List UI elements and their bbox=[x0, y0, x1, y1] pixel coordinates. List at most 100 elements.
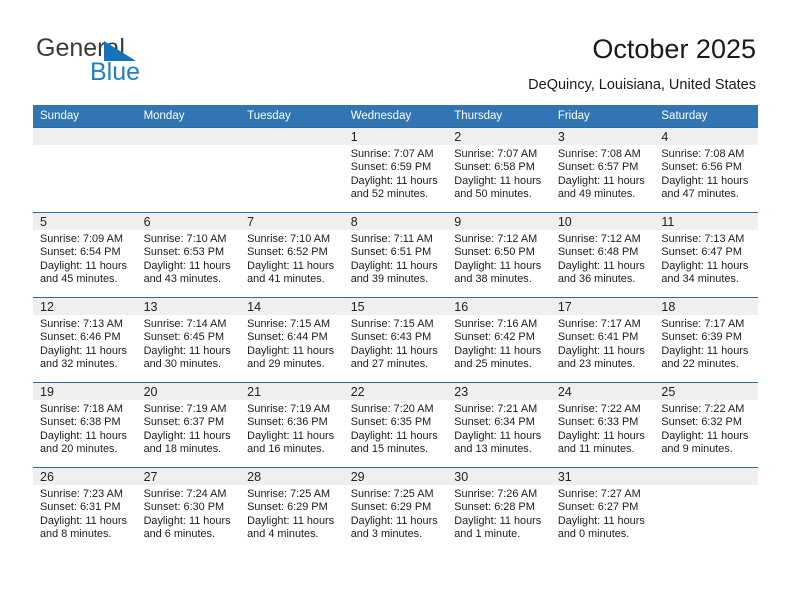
day-cell-inner: 31 Sunrise: 7:27 AM Sunset: 6:27 PM Dayligh… bbox=[550, 468, 655, 552]
day-cell[interactable]: 19 Sunrise: 7:18 AM Sunset: 6:38 PM Dayligh… bbox=[33, 382, 137, 468]
daylight-duration-line2: and 34 minutes. bbox=[661, 273, 739, 286]
day-cell[interactable]: 13 Sunrise: 7:14 AM Sunset: 6:45 PM Dayligh… bbox=[136, 297, 241, 383]
day-cell[interactable]: 15 Sunrise: 7:15 AM Sunset: 6:43 PM Dayligh… bbox=[343, 297, 448, 383]
day-cell[interactable]: 24 Sunrise: 7:22 AM Sunset: 6:33 PM Dayligh… bbox=[550, 382, 655, 468]
day-cell[interactable]: 14 Sunrise: 7:15 AM Sunset: 6:44 PM Dayligh… bbox=[240, 297, 344, 383]
calendar-body: 1 Sunrise: 7:07 AM Sunset: 6:59 PM Daylight… bbox=[33, 127, 758, 552]
day-cell-inner: 14 Sunrise: 7:15 AM Sunset: 6:44 PM Dayligh… bbox=[240, 298, 344, 382]
day-cell[interactable]: 17 Sunrise: 7:17 AM Sunset: 6:41 PM Dayligh… bbox=[550, 297, 655, 383]
daylight-duration-line1: Daylight: 11 hours bbox=[40, 259, 127, 272]
day-cell-inner: 16 Sunrise: 7:16 AM Sunset: 6:42 PM Dayligh… bbox=[447, 298, 551, 382]
week-row: 19 Sunrise: 7:18 AM Sunset: 6:38 PM Dayligh… bbox=[33, 382, 758, 468]
day-cell-inner: 23 Sunrise: 7:21 AM Sunset: 6:34 PM Dayligh… bbox=[447, 383, 551, 467]
day-cell-inner: 12 Sunrise: 7:13 AM Sunset: 6:46 PM Dayligh… bbox=[33, 298, 137, 382]
daylight-duration-line2: and 1 minute. bbox=[454, 528, 521, 541]
day-info: Sunrise: 7:13 AM Sunset: 6:46 PM Daylight:… bbox=[33, 315, 137, 372]
day-cell[interactable]: 5 Sunrise: 7:09 AM Sunset: 6:54 PM Daylight… bbox=[33, 212, 137, 298]
sunset-time: Sunset: 6:45 PM bbox=[143, 331, 225, 344]
daylight-duration-line2: and 22 minutes. bbox=[661, 358, 739, 371]
sunrise-time: Sunrise: 7:09 AM bbox=[40, 233, 123, 245]
day-cell[interactable]: 23 Sunrise: 7:21 AM Sunset: 6:34 PM Dayligh… bbox=[447, 382, 551, 468]
day-cell[interactable]: 6 Sunrise: 7:10 AM Sunset: 6:53 PM Daylight… bbox=[136, 212, 241, 298]
day-cell-inner: 18 Sunrise: 7:17 AM Sunset: 6:39 PM Dayligh… bbox=[654, 298, 758, 382]
day-cell[interactable]: 12 Sunrise: 7:13 AM Sunset: 6:46 PM Dayligh… bbox=[33, 297, 137, 383]
weekday-header-monday: Monday bbox=[136, 105, 241, 128]
daylight-duration-line1: Daylight: 11 hours bbox=[557, 429, 645, 442]
day-cell[interactable]: 30 Sunrise: 7:26 AM Sunset: 6:28 PM Dayligh… bbox=[447, 467, 551, 552]
day-cell[interactable]: 26 Sunrise: 7:23 AM Sunset: 6:31 PM Dayligh… bbox=[33, 467, 137, 552]
day-cell[interactable]: 18 Sunrise: 7:17 AM Sunset: 6:39 PM Dayligh… bbox=[654, 297, 758, 383]
daylight-duration-line2: and 49 minutes. bbox=[557, 188, 636, 201]
day-cell[interactable]: 25 Sunrise: 7:22 AM Sunset: 6:32 PM Dayligh… bbox=[654, 382, 758, 468]
day-cell[interactable]: 27 Sunrise: 7:24 AM Sunset: 6:30 PM Dayligh… bbox=[136, 467, 241, 552]
day-number: 28 bbox=[240, 468, 344, 485]
sunset-time: Sunset: 6:59 PM bbox=[350, 161, 432, 174]
sunrise-time: Sunrise: 7:08 AM bbox=[557, 148, 641, 160]
day-info: Sunrise: 7:19 AM Sunset: 6:36 PM Daylight:… bbox=[240, 400, 344, 457]
sunset-time: Sunset: 6:56 PM bbox=[661, 161, 742, 174]
day-cell[interactable]: 4 Sunrise: 7:08 AM Sunset: 6:56 PM Daylight… bbox=[654, 127, 758, 213]
day-number: 26 bbox=[33, 468, 137, 485]
day-cell[interactable]: 9 Sunrise: 7:12 AM Sunset: 6:50 PM Daylight… bbox=[447, 212, 551, 298]
day-number: 2 bbox=[447, 128, 551, 145]
day-cell[interactable]: 22 Sunrise: 7:20 AM Sunset: 6:35 PM Dayligh… bbox=[343, 382, 448, 468]
sunrise-time: Sunrise: 7:19 AM bbox=[143, 403, 227, 415]
daylight-duration-line1: Daylight: 11 hours bbox=[40, 514, 127, 527]
day-info: Sunrise: 7:11 AM Sunset: 6:51 PM Daylight:… bbox=[344, 230, 448, 287]
daylight-duration-line1: Daylight: 11 hours bbox=[557, 259, 645, 272]
day-cell-inner: 1 Sunrise: 7:07 AM Sunset: 6:59 PM Daylight… bbox=[343, 128, 448, 212]
sunrise-time: Sunrise: 7:15 AM bbox=[350, 318, 434, 330]
day-cell[interactable]: 31 Sunrise: 7:27 AM Sunset: 6:27 PM Dayligh… bbox=[550, 467, 655, 552]
day-number: 24 bbox=[550, 383, 655, 400]
day-number: 19 bbox=[33, 383, 137, 400]
day-cell[interactable]: 2 Sunrise: 7:07 AM Sunset: 6:58 PM Daylight… bbox=[447, 127, 551, 213]
daylight-duration-line1: Daylight: 11 hours bbox=[350, 429, 438, 442]
day-cell[interactable]: 20 Sunrise: 7:19 AM Sunset: 6:37 PM Dayligh… bbox=[136, 382, 241, 468]
day-cell-inner: 10 Sunrise: 7:12 AM Sunset: 6:48 PM Dayligh… bbox=[550, 213, 655, 297]
day-cell[interactable]: 28 Sunrise: 7:25 AM Sunset: 6:29 PM Dayligh… bbox=[240, 467, 344, 552]
day-cell[interactable]: 11 Sunrise: 7:13 AM Sunset: 6:47 PM Dayligh… bbox=[654, 212, 758, 298]
day-cell[interactable]: 7 Sunrise: 7:10 AM Sunset: 6:52 PM Daylight… bbox=[240, 212, 344, 298]
sunrise-time: Sunrise: 7:12 AM bbox=[454, 233, 538, 245]
day-cell[interactable]: 21 Sunrise: 7:19 AM Sunset: 6:36 PM Dayligh… bbox=[240, 382, 344, 468]
sunrise-time: Sunrise: 7:16 AM bbox=[454, 318, 538, 330]
day-number: 23 bbox=[447, 383, 551, 400]
day-cell[interactable]: 3 Sunrise: 7:08 AM Sunset: 6:57 PM Daylight… bbox=[550, 127, 655, 213]
day-info: Sunrise: 7:08 AM Sunset: 6:56 PM Daylight:… bbox=[654, 145, 758, 202]
day-cell[interactable]: 10 Sunrise: 7:12 AM Sunset: 6:48 PM Dayligh… bbox=[550, 212, 655, 298]
day-info: Sunrise: 7:27 AM Sunset: 6:27 PM Daylight:… bbox=[551, 485, 655, 542]
day-number: 21 bbox=[240, 383, 344, 400]
week-row: 1 Sunrise: 7:07 AM Sunset: 6:59 PM Daylight… bbox=[33, 127, 758, 213]
daylight-duration-line2: and 39 minutes. bbox=[350, 273, 429, 286]
day-cell-inner: 28 Sunrise: 7:25 AM Sunset: 6:29 PM Dayligh… bbox=[240, 468, 344, 552]
day-cell[interactable]: 1 Sunrise: 7:07 AM Sunset: 6:59 PM Daylight… bbox=[343, 127, 448, 213]
day-number: 1 bbox=[343, 128, 448, 145]
day-cell[interactable]: 8 Sunrise: 7:11 AM Sunset: 6:51 PM Daylight… bbox=[343, 212, 448, 298]
daylight-duration-line1: Daylight: 11 hours bbox=[661, 174, 749, 187]
sunrise-time: Sunrise: 7:07 AM bbox=[350, 148, 434, 160]
day-cell-inner bbox=[33, 128, 137, 212]
page-header: General Blue October 2025 DeQuincy, Loui… bbox=[0, 0, 792, 100]
daylight-duration-line1: Daylight: 11 hours bbox=[661, 429, 749, 442]
day-info: Sunrise: 7:12 AM Sunset: 6:50 PM Daylight:… bbox=[447, 230, 551, 287]
daylight-duration-line1: Daylight: 11 hours bbox=[247, 429, 335, 442]
daylight-duration-line2: and 11 minutes. bbox=[557, 443, 635, 456]
daylight-duration-line2: and 45 minutes. bbox=[40, 273, 118, 286]
daylight-duration-line2: and 25 minutes. bbox=[454, 358, 532, 371]
day-info: Sunrise: 7:20 AM Sunset: 6:35 PM Daylight:… bbox=[344, 400, 448, 457]
generalblue-logo[interactable]: General Blue bbox=[36, 36, 186, 90]
day-cell[interactable]: 16 Sunrise: 7:16 AM Sunset: 6:42 PM Dayligh… bbox=[447, 297, 551, 383]
sunrise-time: Sunrise: 7:11 AM bbox=[350, 233, 433, 245]
daylight-duration-line1: Daylight: 11 hours bbox=[454, 259, 542, 272]
day-cell-inner: 9 Sunrise: 7:12 AM Sunset: 6:50 PM Daylight… bbox=[447, 213, 551, 297]
daylight-duration-line2: and 36 minutes. bbox=[557, 273, 636, 286]
day-info: Sunrise: 7:16 AM Sunset: 6:42 PM Daylight:… bbox=[447, 315, 551, 372]
sunrise-time: Sunrise: 7:10 AM bbox=[247, 233, 331, 245]
day-number: 8 bbox=[343, 213, 448, 230]
day-cell[interactable]: 29 Sunrise: 7:25 AM Sunset: 6:29 PM Dayligh… bbox=[343, 467, 448, 552]
day-number: 31 bbox=[550, 468, 655, 485]
daylight-duration-line1: Daylight: 11 hours bbox=[143, 259, 231, 272]
day-cell-inner: 6 Sunrise: 7:10 AM Sunset: 6:53 PM Daylight… bbox=[136, 213, 241, 297]
sunset-time: Sunset: 6:57 PM bbox=[557, 161, 639, 174]
day-cell-inner: 5 Sunrise: 7:09 AM Sunset: 6:54 PM Daylight… bbox=[33, 213, 137, 297]
